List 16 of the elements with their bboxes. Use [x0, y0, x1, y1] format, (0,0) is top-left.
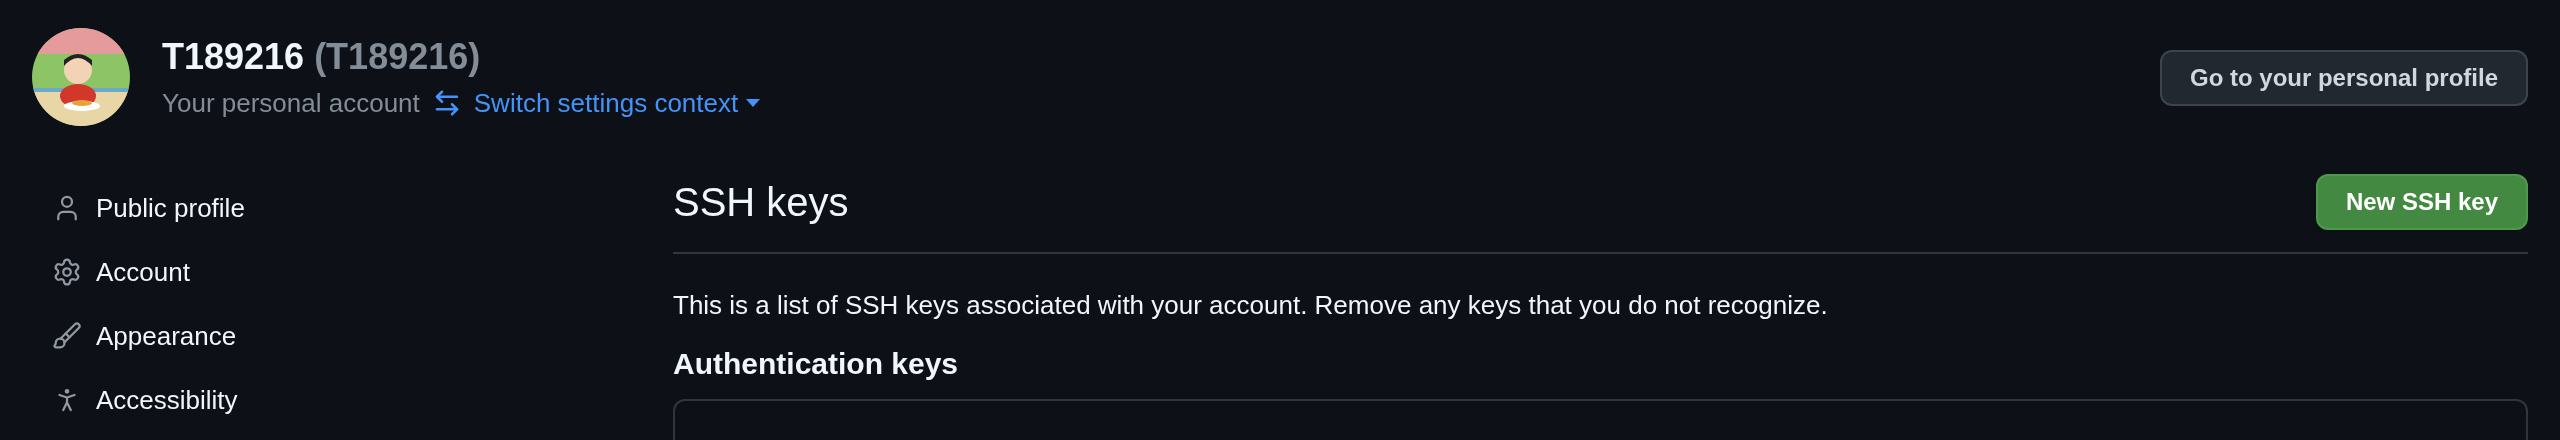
- profile-button[interactable]: Go to your personal profile: [2159, 50, 2528, 106]
- account-name: T189216: [162, 35, 305, 78]
- sidebar-item[interactable]: Public profile: [46, 176, 426, 240]
- page-title: SSH keys: [673, 179, 849, 225]
- sidebar-icon: [52, 257, 82, 287]
- account-subtitle: Your personal account: [162, 87, 420, 119]
- account-login: (T189216): [314, 35, 481, 78]
- sidebar-item[interactable]: Appearance: [46, 304, 426, 368]
- switch-context-link[interactable]: Switch settings context: [473, 87, 761, 119]
- sidebar-item[interactable]: Account: [46, 240, 426, 304]
- description: This is a list of SSH keys associated with your account. Remove any keys that you do not recognize.: [673, 290, 1829, 321]
- section-title: Authentication keys: [673, 347, 960, 381]
- caret-icon: [746, 99, 761, 107]
- new-ssh-key-button[interactable]: New SSH key: [2315, 174, 2528, 230]
- sidebar-item[interactable]: Accessibility: [46, 368, 426, 432]
- sidebar-icon: [52, 321, 82, 351]
